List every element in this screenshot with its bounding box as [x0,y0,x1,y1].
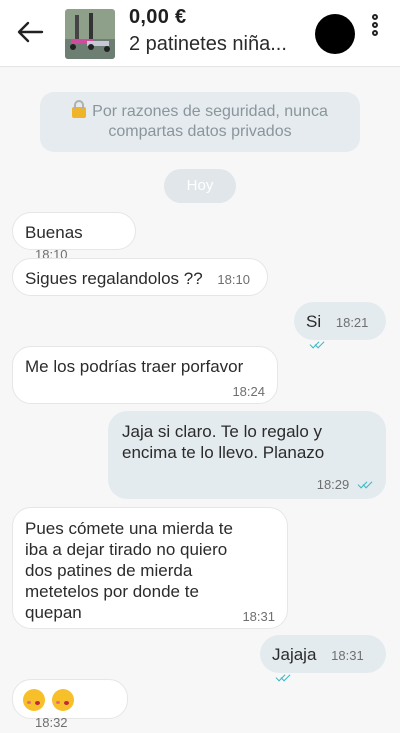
message-time: 18:21 [335,315,369,330]
message-bubble-incoming[interactable]: Sigues regalandolos ?? 18:10 [12,258,268,296]
read-receipt-icon [309,338,325,349]
message-time: 18:29 [316,477,350,492]
message-text: Jajaja [272,645,317,664]
chat-header: 0,00 € 2 patinetes niña... [0,0,400,67]
product-thumbnail[interactable] [65,9,115,59]
read-receipt-icon [275,671,291,682]
message-text-line: metetelos por donde te [25,582,199,601]
message-bubble-outgoing[interactable]: Si 18:21 [294,302,386,349]
message-text-line: Jaja si claro. Te lo regalo y [122,422,323,441]
day-separator: Hoy [164,169,236,203]
more-options-icon[interactable] [366,14,384,48]
back-arrow-icon[interactable] [14,18,48,46]
message-bubble-incoming[interactable]: Pues cómete una mierda te iba a dejar ti… [12,507,288,629]
message-text-line: Pues cómete una mierda te [25,519,233,538]
message-text-line: dos patines de mierda [25,561,193,580]
message-text: Me los podrías traer porfavor [25,357,244,376]
message-bubble-incoming[interactable]: Buenas 18:10 [12,212,136,262]
message-bubble-outgoing[interactable]: Jaja si claro. Te lo regalo y encima te … [108,411,386,499]
message-time: 18:31 [331,648,364,663]
message-text-line: encima te lo llevo. Planazo [122,443,325,462]
message-time: 18:10 [217,272,250,287]
kissing-face-emoji-icon [51,688,74,711]
kissing-face-emoji-icon [23,688,45,711]
message-text-line: quepan [25,603,82,622]
product-price[interactable]: 0,00 € [129,6,186,29]
security-line-2: compartas datos privados [108,123,292,140]
message-text: Sigues regalandolos ?? [25,269,203,288]
message-bubble-incoming[interactable]: Me los podrías traer porfavor 18:24 [12,346,278,404]
message-bubble-incoming[interactable]: 18:32 [12,679,128,730]
message-text: Si [306,312,322,331]
message-time: 18:24 [232,384,265,399]
read-receipt-icon [357,478,373,489]
lock-icon [72,100,87,118]
product-title[interactable]: 2 patinetes niña... [129,33,304,56]
avatar[interactable] [315,14,355,54]
security-notice: Por razones de seguridad, nunca comparta… [40,92,360,152]
message-text-line: iba a dejar tirado no quiero [25,540,228,559]
message-bubble-outgoing[interactable]: Jajaja 18:31 [260,635,386,682]
message-time: 18:32 [35,714,68,730]
message-text: Buenas [25,223,83,242]
security-line-1: Por razones de seguridad, nunca [92,103,328,120]
message-time: 18:31 [242,609,275,624]
